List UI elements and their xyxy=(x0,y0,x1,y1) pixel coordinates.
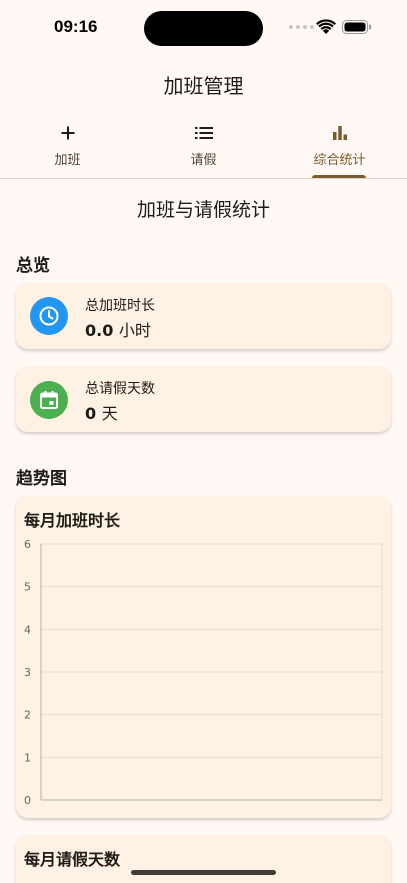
wifi-icon xyxy=(316,19,336,34)
overtime-total-number: 0.0 xyxy=(85,321,114,340)
app-title: 加班管理 xyxy=(163,74,244,98)
leave-total-unit: 天 xyxy=(101,404,118,423)
home-indicator[interactable] xyxy=(131,870,276,875)
overtime-summary-card: 总加班时长 0.0 小时 xyxy=(16,283,391,349)
page-heading: 加班与请假统计 xyxy=(136,199,270,221)
battery-icon xyxy=(342,20,371,34)
leave-chart-card: 每月请假天数 xyxy=(16,835,391,883)
overtime-total-unit: 小时 xyxy=(118,321,151,340)
y-tick-label: 2 xyxy=(24,709,31,722)
y-tick-label: 4 xyxy=(24,623,31,636)
tab-overtime[interactable]: 加班 xyxy=(0,118,135,178)
tab-bar: 加班 请假 综合统计 xyxy=(0,118,407,180)
dynamic-island xyxy=(144,11,263,46)
leave-summary-card: 总请假天数 0 天 xyxy=(16,366,391,432)
bar-chart-icon xyxy=(332,121,348,145)
tab-label: 加班 xyxy=(54,153,81,168)
tab-leave[interactable]: 请假 xyxy=(136,118,271,178)
trends-title: 趋势图 xyxy=(16,469,67,489)
leave-total-number: 0 xyxy=(85,404,97,423)
overtime-total-value: 0.0 小时 xyxy=(85,317,151,341)
overtime-chart-card: 每月加班时长 0123456 xyxy=(16,496,391,818)
tab-divider xyxy=(0,178,407,179)
status-bar: 09:16 xyxy=(0,0,407,56)
leave-chart-title: 每月请假天数 xyxy=(24,850,121,869)
tab-label: 请假 xyxy=(190,153,217,168)
y-tick-label: 6 xyxy=(24,538,31,551)
status-time: 09:16 xyxy=(54,17,98,36)
y-tick-label: 5 xyxy=(24,581,31,594)
overtime-total-label: 总加班时长 xyxy=(85,298,155,314)
y-tick-label: 1 xyxy=(24,751,31,764)
calendar-icon xyxy=(30,381,68,419)
plus-icon xyxy=(60,121,76,145)
tab-statistics[interactable]: 综合统计 xyxy=(272,118,407,178)
overtime-line-chart: 0 1 2 3 4 5 6 xyxy=(24,538,383,807)
y-tick-label: 3 xyxy=(24,666,31,679)
clock-icon xyxy=(30,297,68,335)
leave-total-label: 总请假天数 xyxy=(85,381,155,397)
list-icon xyxy=(194,121,213,145)
y-tick-label: 0 xyxy=(24,794,31,807)
leave-total-value: 0 天 xyxy=(85,400,118,424)
tab-label: 综合统计 xyxy=(313,153,366,168)
cellular-signal-icon xyxy=(289,25,314,29)
overview-title: 总览 xyxy=(16,256,50,276)
